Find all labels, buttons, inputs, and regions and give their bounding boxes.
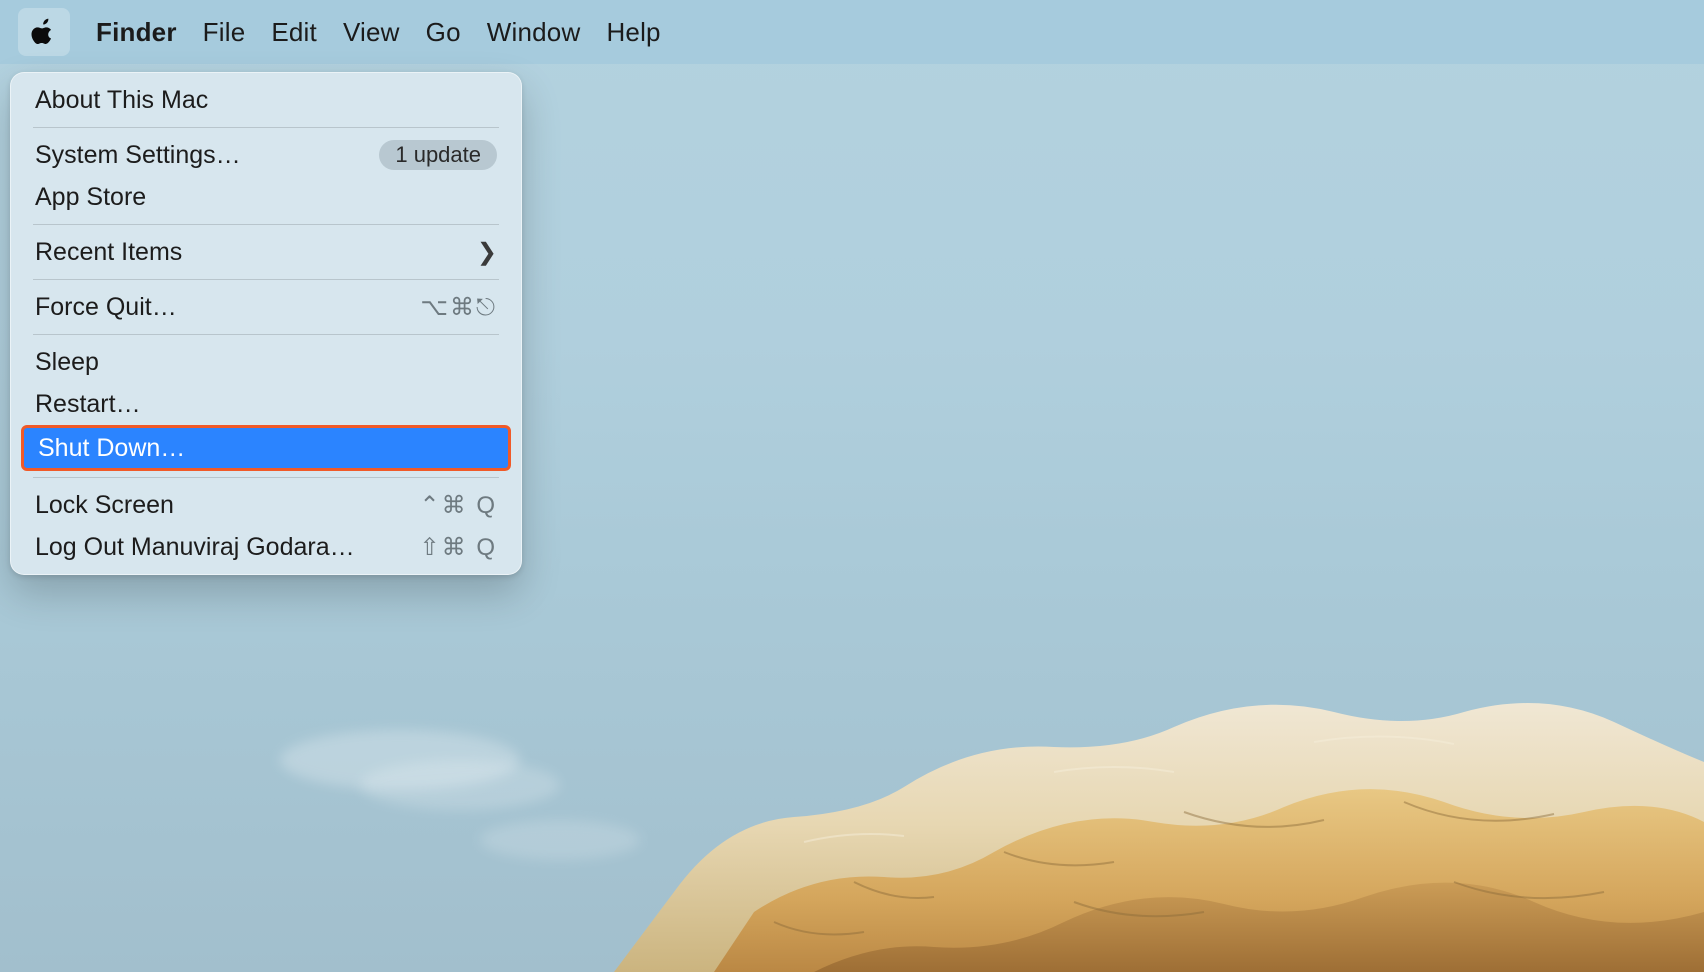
menu-item-label: System Settings… bbox=[35, 141, 241, 170]
menu-item-recent-items[interactable]: Recent Items ❯ bbox=[21, 231, 511, 273]
menu-bar: Finder File Edit View Go Window Help bbox=[0, 0, 1704, 64]
keyboard-shortcut: ⌃⌘ Q bbox=[420, 491, 497, 520]
menubar-item-file[interactable]: File bbox=[203, 17, 246, 48]
menubar-app-name[interactable]: Finder bbox=[96, 17, 177, 48]
menu-item-label: About This Mac bbox=[35, 86, 208, 115]
menu-item-about-this-mac[interactable]: About This Mac bbox=[21, 79, 511, 121]
menubar-item-view[interactable]: View bbox=[343, 17, 400, 48]
menubar-item-go[interactable]: Go bbox=[426, 17, 461, 48]
menu-item-shut-down[interactable]: Shut Down… bbox=[21, 425, 511, 471]
menu-item-label: Log Out Manuviraj Godara… bbox=[35, 533, 355, 562]
apple-menu-dropdown: About This Mac System Settings… 1 update… bbox=[10, 72, 522, 575]
menubar-item-help[interactable]: Help bbox=[606, 17, 660, 48]
cloud-decoration bbox=[360, 760, 560, 810]
menu-item-label: Shut Down… bbox=[38, 434, 185, 463]
keyboard-shortcut: ⇧⌘ Q bbox=[420, 533, 497, 562]
menu-item-restart[interactable]: Restart… bbox=[21, 383, 511, 425]
menu-item-system-settings[interactable]: System Settings… 1 update bbox=[21, 134, 511, 176]
menu-item-log-out[interactable]: Log Out Manuviraj Godara… ⇧⌘ Q bbox=[21, 526, 511, 568]
menu-item-label: Sleep bbox=[35, 348, 99, 377]
apple-logo-icon bbox=[30, 17, 58, 47]
menu-item-lock-screen[interactable]: Lock Screen ⌃⌘ Q bbox=[21, 484, 511, 526]
desktop-wallpaper-rocks bbox=[0, 552, 1704, 972]
menu-item-sleep[interactable]: Sleep bbox=[21, 341, 511, 383]
menu-item-label: App Store bbox=[35, 183, 146, 212]
menu-separator bbox=[33, 334, 499, 335]
menu-item-label: Lock Screen bbox=[35, 491, 174, 520]
menu-item-app-store[interactable]: App Store bbox=[21, 176, 511, 218]
menu-item-label: Restart… bbox=[35, 390, 141, 419]
menubar-item-edit[interactable]: Edit bbox=[271, 17, 317, 48]
chevron-right-icon: ❯ bbox=[477, 238, 497, 267]
menu-separator bbox=[33, 127, 499, 128]
update-badge: 1 update bbox=[379, 140, 497, 170]
keyboard-shortcut: ⌥⌘⎋ bbox=[420, 293, 497, 322]
menu-separator bbox=[33, 477, 499, 478]
menu-item-label: Recent Items bbox=[35, 238, 182, 267]
apple-menu-button[interactable] bbox=[18, 8, 70, 56]
menu-separator bbox=[33, 224, 499, 225]
menu-item-force-quit[interactable]: Force Quit… ⌥⌘⎋ bbox=[21, 286, 511, 328]
menu-item-label: Force Quit… bbox=[35, 293, 177, 322]
menu-separator bbox=[33, 279, 499, 280]
cloud-decoration bbox=[480, 820, 640, 860]
menubar-item-window[interactable]: Window bbox=[487, 17, 581, 48]
